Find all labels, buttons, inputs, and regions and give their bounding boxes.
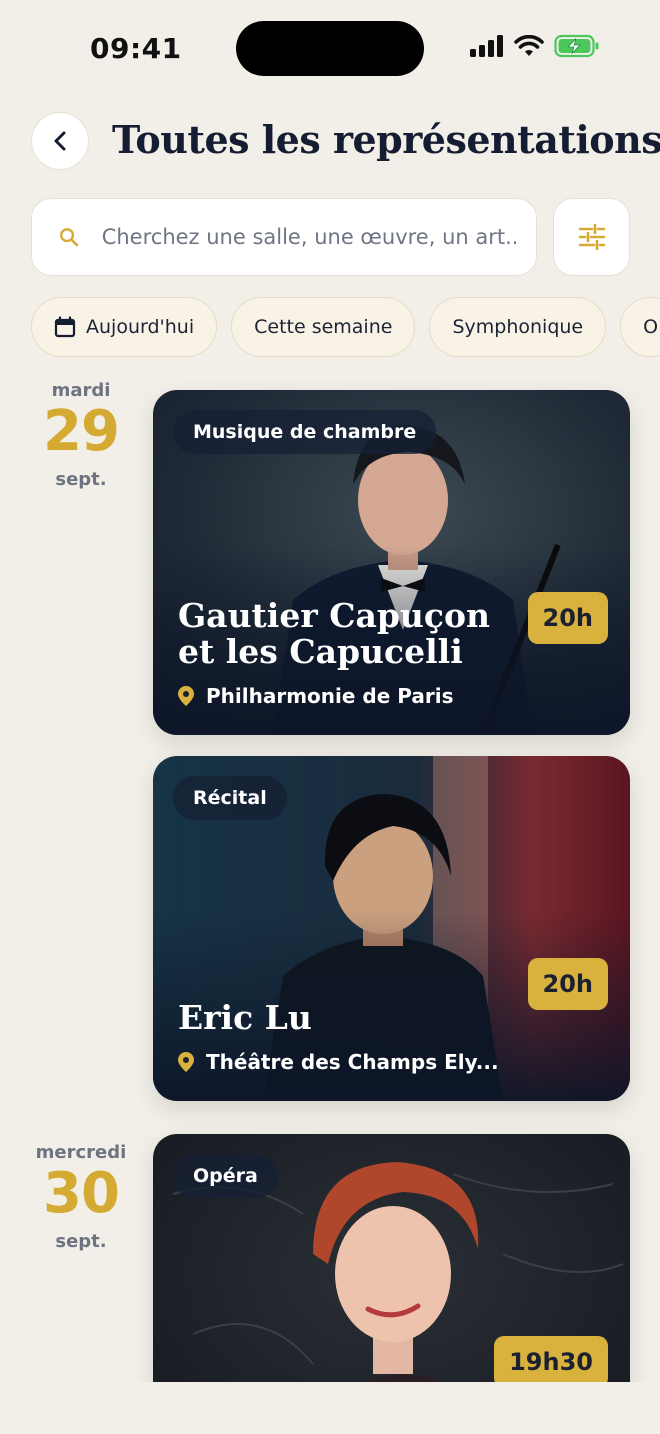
time-badge: 19h30	[494, 1336, 608, 1382]
status-bar: 09:41	[0, 0, 660, 96]
chip-more[interactable]: O	[620, 297, 660, 357]
event-title: Gautier Capuçon et les Capucelli	[178, 596, 491, 671]
search-icon	[59, 228, 79, 247]
venue-name: Théâtre des Champs Ely...	[206, 1050, 499, 1074]
time-badge: 20h	[527, 592, 608, 644]
filter-button[interactable]	[553, 198, 630, 276]
venue-name: Philharmonie de Paris	[206, 684, 454, 708]
chip-today[interactable]: Aujourd'hui	[31, 297, 218, 357]
status-icons	[470, 34, 600, 58]
event-card[interactable]: Opéra 19h30	[153, 1134, 630, 1382]
venue: Philharmonie de Paris	[178, 684, 454, 708]
back-button[interactable]	[31, 112, 89, 170]
status-time: 09:41	[90, 32, 182, 65]
search-input[interactable]	[101, 225, 516, 249]
chip-label: Aujourd'hui	[86, 316, 195, 338]
weekday: mardi	[51, 380, 111, 401]
event-title: Eric Lu	[178, 998, 312, 1037]
weekday: mercredi	[35, 1142, 127, 1163]
dynamic-island	[236, 21, 424, 76]
calendar-icon	[54, 316, 76, 338]
event-feed[interactable]: mardi 29 sept. Musique de chambre Gautie…	[0, 372, 660, 1382]
event-card[interactable]: Musique de chambre Gautier Capuçon et le…	[153, 390, 630, 735]
day-number: 29	[43, 399, 120, 464]
search-bar[interactable]	[31, 198, 537, 276]
month: sept.	[55, 1231, 107, 1252]
chip-this-week[interactable]: Cette semaine	[231, 297, 416, 357]
location-pin-icon	[178, 1052, 194, 1072]
filter-chips: Aujourd'hui Cette semaine Symphonique O	[31, 297, 660, 357]
category-tag: Récital	[173, 776, 287, 820]
chip-symphonic[interactable]: Symphonique	[429, 297, 607, 357]
venue: Théâtre des Champs Ely...	[178, 1050, 499, 1074]
wifi-icon	[514, 35, 544, 56]
category-tag: Opéra	[173, 1154, 278, 1198]
signal-icon	[470, 35, 503, 57]
battery-charging-icon	[554, 34, 599, 58]
chevron-left-icon	[54, 131, 66, 151]
time-badge: 20h	[527, 958, 608, 1010]
category-tag: Musique de chambre	[173, 410, 437, 454]
page-title: Toutes les représentations	[112, 117, 660, 162]
chip-label: Symphonique	[452, 316, 584, 338]
day-number: 30	[43, 1161, 120, 1226]
month: sept.	[55, 469, 107, 490]
location-pin-icon	[178, 686, 194, 706]
date-header-29: mardi 29 sept.	[0, 380, 162, 490]
chip-label: O	[643, 316, 659, 338]
sliders-icon	[578, 224, 605, 250]
chip-label: Cette semaine	[254, 316, 393, 338]
event-card[interactable]: Récital Eric Lu 20h Théâtre des Champs E…	[153, 756, 630, 1101]
date-header-30: mercredi 30 sept.	[0, 1142, 162, 1252]
